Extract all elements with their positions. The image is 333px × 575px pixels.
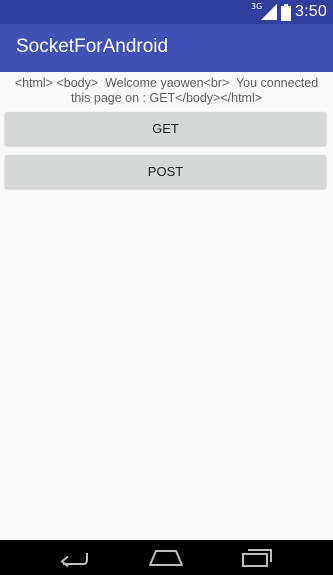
status-indicators: 3G 3:50 — [251, 2, 327, 22]
app-title: SocketForAndroid — [16, 36, 169, 57]
post-button[interactable]: POST — [5, 155, 326, 188]
response-text: <html> <body> Welcome yaowen<br> You con… — [14, 76, 322, 105]
cell-signal-icon — [261, 4, 278, 20]
main-content: <html> <body> Welcome yaowen<br> You con… — [0, 72, 333, 540]
status-bar: 3G 3:50 — [0, 0, 333, 24]
navigation-bar — [0, 540, 333, 575]
get-button[interactable]: GET — [5, 112, 326, 145]
app-screen: 3G 3:50 SocketForAndroid <html> <body> W… — [0, 0, 333, 575]
back-icon — [60, 552, 88, 567]
status-clock: 3:50 — [295, 3, 327, 20]
battery-icon — [281, 3, 292, 21]
recent-apps-icon — [242, 548, 272, 567]
cell-signal: 3G — [251, 3, 278, 21]
home-icon — [149, 549, 183, 566]
recent-apps-button[interactable] — [227, 540, 287, 575]
app-bar: SocketForAndroid — [0, 24, 333, 72]
back-button[interactable] — [44, 540, 104, 575]
home-button[interactable] — [136, 540, 196, 575]
